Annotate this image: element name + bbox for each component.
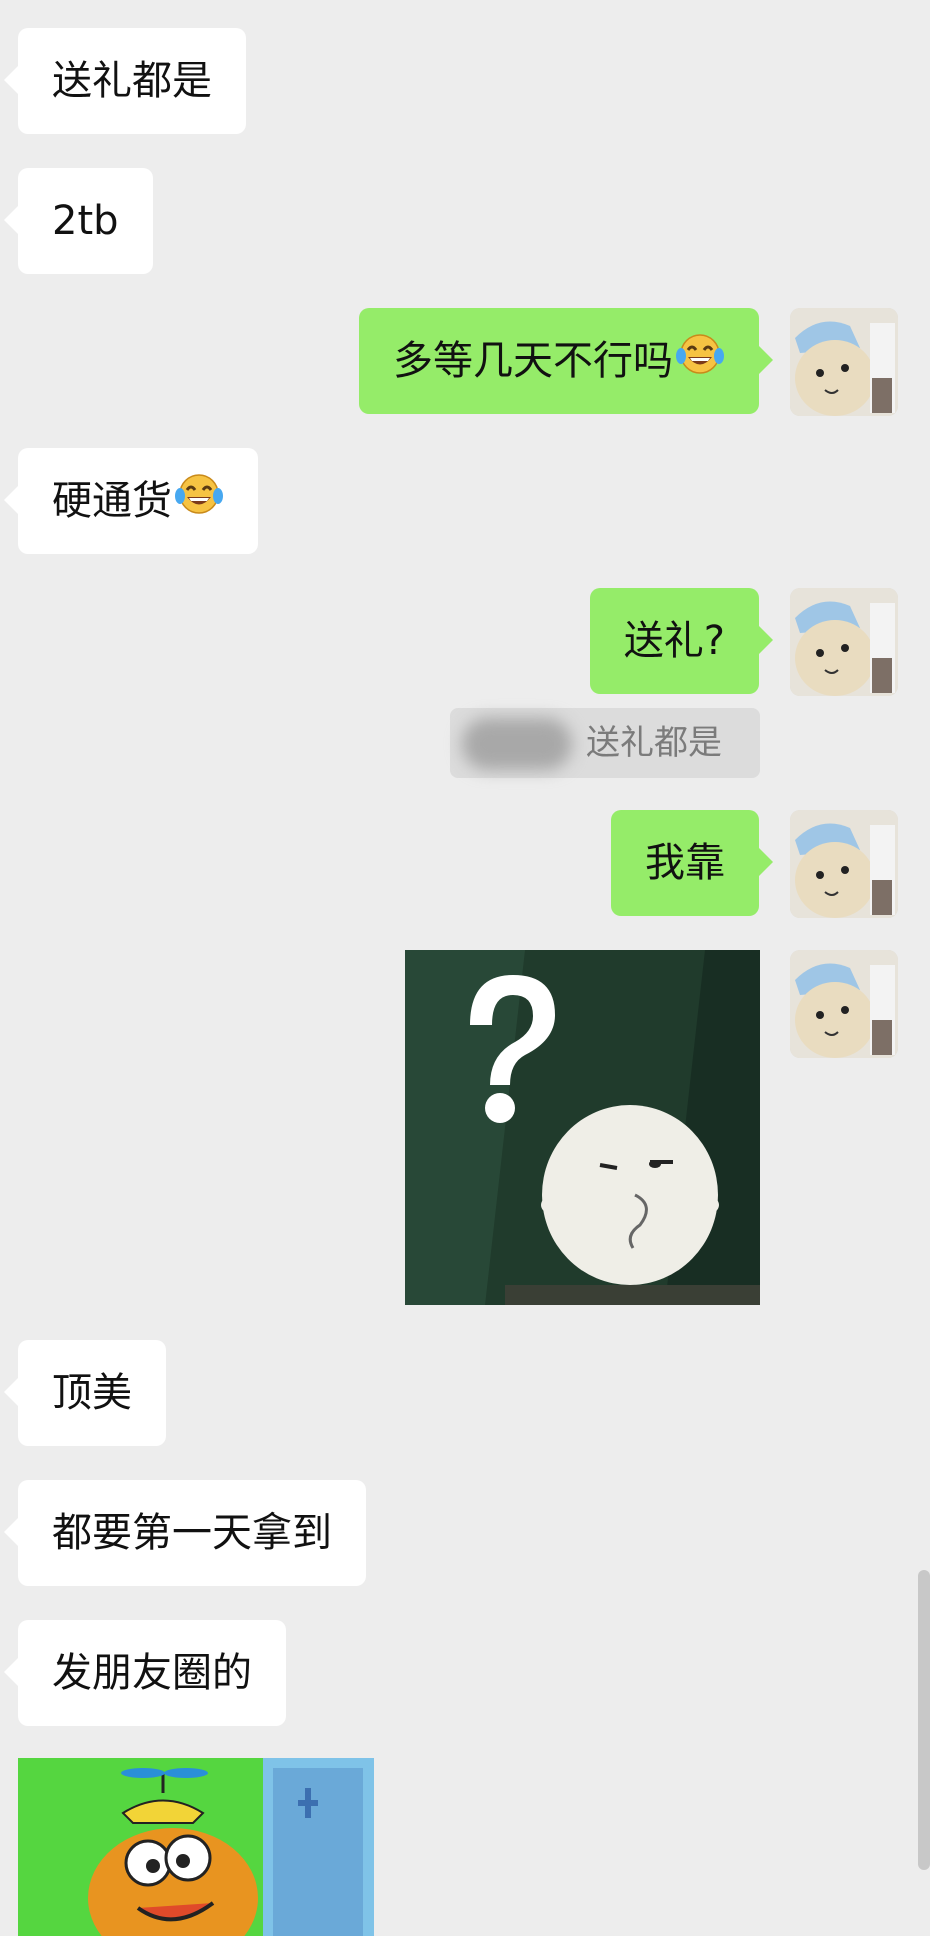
- message-text: 送礼?: [623, 618, 725, 664]
- cartoon-fish-propeller-hat-sticker[interactable]: [18, 1758, 374, 1936]
- incoming-message[interactable]: 2tb: [4, 168, 153, 274]
- incoming-message[interactable]: 顶美: [4, 1340, 166, 1446]
- incoming-message[interactable]: 硬通货: [4, 448, 258, 556]
- my-avatar[interactable]: [790, 588, 898, 696]
- message-text: 硬通货: [52, 478, 172, 524]
- incoming-message[interactable]: 发朋友圈的: [4, 1620, 286, 1726]
- my-avatar[interactable]: [790, 810, 898, 918]
- outgoing-message[interactable]: 送礼?: [589, 588, 774, 694]
- outgoing-message[interactable]: 我靠: [611, 810, 773, 916]
- message-text: 发朋友圈的: [52, 1650, 252, 1696]
- quoted-text: 送礼都是: [586, 723, 722, 763]
- message-text: 我靠: [645, 840, 725, 886]
- tears-of-joy-emoji: [174, 450, 224, 556]
- incoming-message[interactable]: 都要第一天拿到: [4, 1480, 366, 1586]
- chat-area: 送礼都是 2tb 多等几天不行吗 硬通货 送礼? 送礼都是 我靠 顶美 都要第一…: [0, 0, 930, 1936]
- my-avatar[interactable]: [790, 308, 898, 416]
- my-avatar[interactable]: [790, 950, 898, 1058]
- message-text: 多等几天不行吗: [393, 338, 673, 384]
- incoming-message[interactable]: 送礼都是: [4, 28, 246, 134]
- message-text: 都要第一天拿到: [52, 1510, 332, 1556]
- quoted-message[interactable]: 送礼都是: [450, 708, 760, 778]
- message-text: 送礼都是: [52, 58, 212, 104]
- tears-of-joy-emoji: [675, 310, 725, 416]
- scrollbar[interactable]: [918, 1570, 930, 1870]
- blurred-sender-name: [462, 718, 572, 770]
- outgoing-message[interactable]: 多等几天不行吗: [359, 308, 773, 416]
- message-text: 顶美: [52, 1370, 132, 1416]
- question-mark-blob-sticker[interactable]: [405, 950, 760, 1305]
- message-text: 2tb: [52, 198, 119, 244]
